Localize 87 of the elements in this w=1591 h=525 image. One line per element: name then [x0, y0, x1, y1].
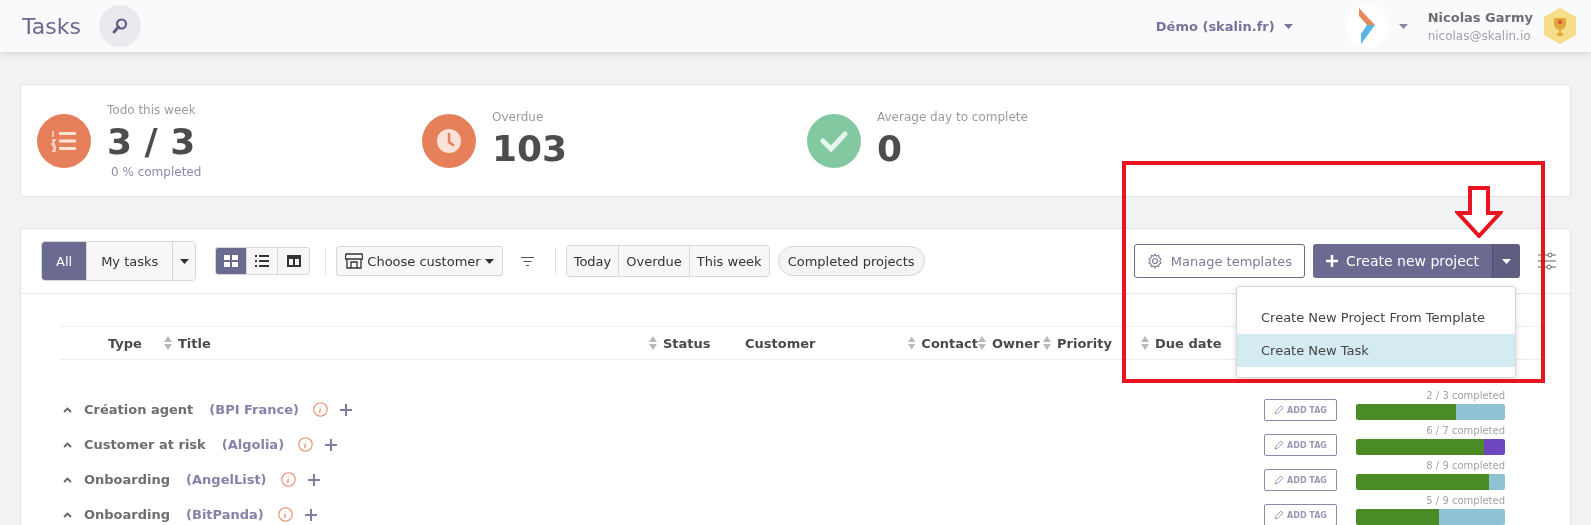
collapse-chevron-icon[interactable]: [63, 476, 72, 483]
workspace-dropdown[interactable]: Démo (skalin.fr): [1149, 17, 1299, 35]
plus-icon[interactable]: [307, 473, 320, 486]
search-icon: [110, 17, 129, 35]
date-filter-button[interactable]: Today: [566, 246, 620, 276]
progress-text: 2 / 3 completed: [1426, 389, 1505, 402]
project-title[interactable]: Customer at risk: [84, 437, 206, 452]
settings-icon: [1146, 253, 1163, 269]
stat-label: Todo this week: [107, 102, 197, 117]
columns-view-icon: [286, 255, 301, 267]
plus-icon[interactable]: [340, 403, 352, 416]
plus-icon: [1326, 255, 1339, 267]
column-header[interactable]: Customer: [745, 335, 908, 351]
plus-icon[interactable]: [325, 438, 338, 451]
collapse-chevron-icon[interactable]: [63, 441, 72, 448]
project-title[interactable]: Onboarding: [84, 472, 171, 487]
caret-icon: [1502, 258, 1511, 264]
project-title[interactable]: Création agent: [84, 402, 194, 417]
column-header[interactable]: Owner: [978, 335, 1043, 351]
column-label: Priority: [1057, 335, 1112, 351]
completed-projects-button[interactable]: Completed projects: [777, 246, 925, 276]
stat-label: Average day to complete: [877, 109, 1028, 124]
progress-text: 5 / 9 completed: [1426, 494, 1505, 507]
project-customer[interactable]: (BPI France): [209, 402, 299, 417]
column-header[interactable]: Type: [108, 335, 164, 351]
caret-icon: [1283, 23, 1293, 29]
info-icon[interactable]: [298, 437, 314, 452]
column-label: Title: [178, 335, 211, 351]
pencil-icon: [1274, 405, 1284, 415]
info-icon[interactable]: [277, 507, 293, 522]
view-toggle[interactable]: [216, 248, 248, 274]
filter-icon[interactable]: [520, 256, 534, 266]
caret-icon: [1398, 23, 1408, 29]
page-title: Tasks: [22, 13, 81, 39]
search-button[interactable]: [98, 5, 141, 47]
trophy-badge-icon[interactable]: [1543, 7, 1577, 45]
view-toggle[interactable]: [278, 248, 310, 274]
column-label: Status: [663, 335, 711, 351]
column-label: Due date: [1155, 335, 1222, 351]
plus-icon[interactable]: [304, 508, 317, 521]
store-icon: [345, 253, 364, 269]
column-header[interactable]: Priority: [1043, 335, 1141, 351]
scope-dropdown-button[interactable]: [173, 242, 196, 280]
chevron-logo-icon: [1356, 8, 1377, 44]
user-email: nicolas@skalin.io: [1427, 28, 1532, 43]
grid-view-icon: [224, 255, 239, 267]
scope-tab[interactable]: All: [42, 242, 88, 280]
pencil-icon: [1274, 510, 1284, 520]
column-label: Contact: [921, 335, 978, 351]
user-name: Nicolas Garmy: [1427, 9, 1533, 25]
info-icon[interactable]: [280, 472, 296, 487]
column-header[interactable]: Contact: [908, 335, 978, 351]
project-customer[interactable]: (BitPanda): [186, 507, 264, 522]
stat-value: 3 / 3: [107, 119, 197, 164]
collapse-chevron-icon[interactable]: [63, 511, 72, 518]
project-title[interactable]: Onboarding: [84, 507, 171, 522]
column-label: Customer: [745, 335, 816, 351]
column-header[interactable]: Status: [649, 335, 745, 351]
stat-value: 103: [492, 126, 568, 171]
create-dropdown-button[interactable]: [1492, 244, 1520, 278]
collapse-chevron-icon[interactable]: [63, 406, 72, 413]
caret-icon: [179, 258, 189, 264]
date-filter-button[interactable]: Overdue: [619, 246, 690, 276]
manage-templates-button[interactable]: Manage templates: [1133, 244, 1306, 278]
stat-label: Overdue: [492, 109, 545, 124]
create-project-button[interactable]: Create new project: [1313, 244, 1492, 278]
scope-tab[interactable]: My tasks: [87, 242, 174, 280]
sliders-icon[interactable]: [1538, 252, 1556, 270]
view-toggle[interactable]: [247, 248, 279, 274]
pencil-icon: [1274, 475, 1284, 485]
date-filter-button[interactable]: This week: [689, 246, 769, 276]
menu-item[interactable]: Create New Task: [1237, 334, 1515, 367]
progress-text: 6 / 7 completed: [1426, 424, 1505, 437]
column-label: Owner: [992, 335, 1040, 351]
stat-note: 0 % completed: [111, 164, 202, 179]
progress-text: 8 / 9 completed: [1426, 459, 1505, 472]
column-header[interactable]: Title: [164, 335, 649, 351]
stat-value: 0: [877, 126, 904, 171]
project-customer[interactable]: (AngelList): [186, 472, 267, 487]
customer-dropdown[interactable]: Choose customer: [336, 246, 503, 276]
menu-item[interactable]: Create New Project From Template: [1237, 301, 1515, 334]
project-customer[interactable]: (Algolia): [221, 437, 285, 452]
list-view-icon: [255, 255, 270, 267]
info-icon[interactable]: [313, 402, 328, 417]
pencil-icon: [1274, 440, 1284, 450]
column-label: Type: [108, 335, 142, 351]
caret-icon: [484, 258, 494, 264]
